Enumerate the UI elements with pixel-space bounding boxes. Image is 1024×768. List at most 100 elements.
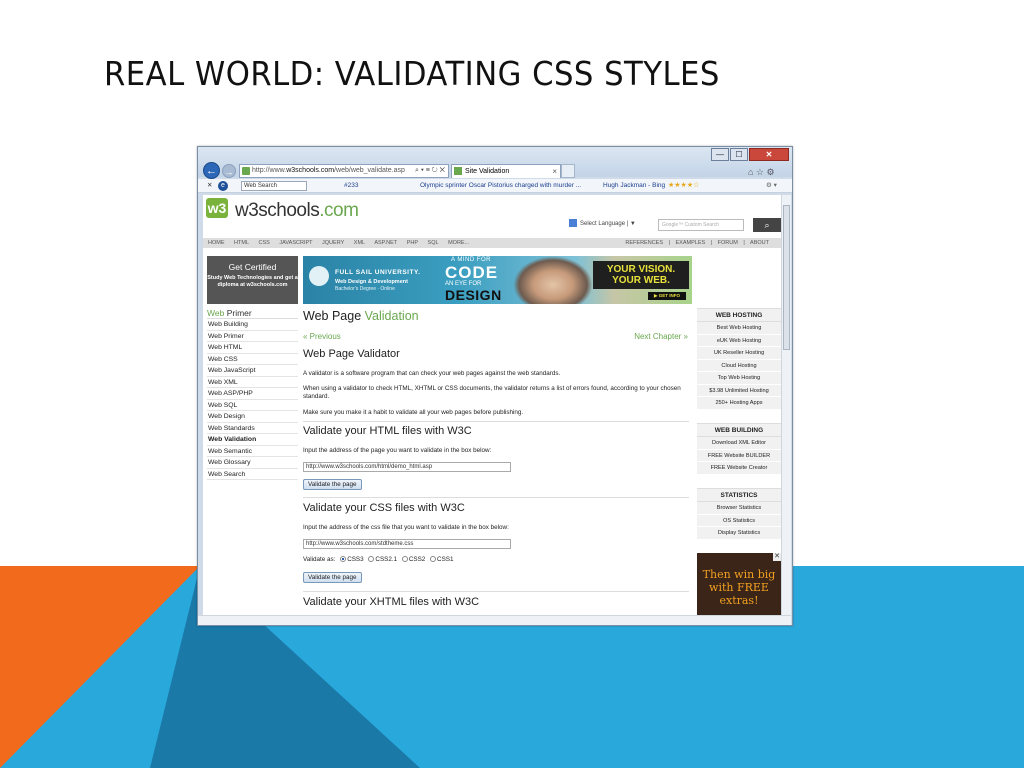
toolbar-search-input[interactable]: Web Search bbox=[241, 181, 307, 191]
nav-forum[interactable]: FORUM bbox=[718, 240, 738, 246]
forward-button[interactable]: → bbox=[222, 164, 236, 178]
page-title-a: Web Page bbox=[303, 309, 365, 323]
building-link[interactable]: Download XML Editor bbox=[697, 437, 781, 450]
sidebar-item-web-primer[interactable]: Web Primer bbox=[207, 331, 298, 342]
radio-css2[interactable] bbox=[401, 556, 408, 563]
sidebar-item-web-validation[interactable]: Web Validation bbox=[207, 434, 298, 446]
close-window-button[interactable]: ✕ bbox=[749, 148, 789, 161]
nav-php[interactable]: PHP bbox=[407, 240, 418, 246]
sidebar-item-web-asp-php[interactable]: Web ASP/PHP bbox=[207, 388, 298, 400]
toolbar-news-link[interactable]: Olympic sprinter Oscar Pistorius charged… bbox=[420, 179, 581, 192]
nav-javascript[interactable]: JAVASCRIPT bbox=[279, 240, 312, 246]
sidebar-item-web-html[interactable]: Web HTML bbox=[207, 342, 298, 354]
toolbar-counter[interactable]: #233 bbox=[344, 179, 358, 192]
sidebar-item-web-glossary[interactable]: Web Glossary bbox=[207, 457, 298, 469]
maximize-button[interactable]: ☐ bbox=[730, 148, 748, 161]
nav-jquery[interactable]: JQUERY bbox=[322, 240, 344, 246]
address-bar[interactable]: http://www.w3schools.com/web/web_validat… bbox=[239, 164, 449, 178]
side-advertisement[interactable]: ✕ Then win big with FREE extras! bbox=[697, 553, 781, 615]
sidebar-item-web-search[interactable]: Web Search bbox=[207, 469, 298, 480]
web-page: w3 w3schools.com Select Language | ▼ Goo… bbox=[203, 195, 781, 615]
get-info-button[interactable]: ▶ GET INFO bbox=[648, 292, 686, 300]
nav-aspnet[interactable]: ASP.NET bbox=[374, 240, 397, 246]
validator-heading: Web Page Validator bbox=[303, 348, 400, 360]
tools-gear-icon[interactable]: ⚙ ▾ bbox=[766, 179, 777, 192]
nav-examples[interactable]: EXAMPLES bbox=[676, 240, 706, 246]
nav-divider: | bbox=[668, 240, 670, 246]
divider bbox=[303, 421, 689, 422]
radio-css3[interactable] bbox=[340, 556, 347, 563]
radio-css1-label[interactable]: CSS1 bbox=[437, 556, 453, 563]
site-favicon bbox=[242, 167, 250, 175]
hosting-link[interactable]: Cloud Hosting bbox=[697, 360, 781, 372]
validate-as-label: Validate as: bbox=[303, 556, 336, 563]
horizontal-scrollbar[interactable] bbox=[198, 615, 791, 625]
previous-link[interactable]: « Previous bbox=[303, 332, 341, 341]
sidebar-item-web-sql[interactable]: Web SQL bbox=[207, 400, 298, 411]
minimize-button[interactable]: — bbox=[711, 148, 729, 161]
statistics-heading: STATISTICS bbox=[697, 489, 781, 502]
validate-html-button[interactable]: Validate the page bbox=[303, 479, 362, 490]
search-button[interactable]: ⌕ bbox=[753, 218, 781, 232]
rating-stars[interactable]: ★★★★☆ bbox=[668, 179, 699, 192]
hosting-link[interactable]: 250+ Hosting Apps bbox=[697, 397, 781, 410]
css-url-input[interactable]: http://www.w3schools.com/stdtheme.css bbox=[303, 539, 511, 549]
full-sail-banner-ad[interactable]: FULL SAIL UNIVERSITY. Web Design & Devel… bbox=[303, 256, 692, 304]
ad-close-icon[interactable]: ✕ bbox=[773, 553, 781, 561]
building-link[interactable]: FREE Website BUILDER bbox=[697, 450, 781, 462]
tab-site-validation[interactable]: Site Validation × bbox=[451, 164, 561, 178]
radio-css3-label[interactable]: CSS3 bbox=[347, 556, 363, 563]
radio-css1[interactable] bbox=[430, 556, 437, 563]
translate-icon bbox=[569, 219, 577, 228]
toolbar-logo-icon[interactable]: e bbox=[218, 181, 228, 191]
radio-css21-label[interactable]: CSS2.1 bbox=[375, 556, 397, 563]
sidebar-item-web-design[interactable]: Web Design bbox=[207, 411, 298, 423]
toolbar-close-icon[interactable]: ✕ bbox=[207, 179, 212, 192]
select-language[interactable]: Select Language | ▼ bbox=[569, 219, 636, 229]
next-chapter-link[interactable]: Next Chapter » bbox=[634, 332, 688, 341]
nav-html[interactable]: HTML bbox=[234, 240, 249, 246]
nav-references[interactable]: REFERENCES bbox=[625, 240, 663, 246]
tab-close-icon[interactable]: × bbox=[552, 165, 557, 178]
nav-xml[interactable]: XML bbox=[354, 240, 365, 246]
statistics-link[interactable]: Display Statistics bbox=[697, 527, 781, 540]
nav-sql[interactable]: SQL bbox=[428, 240, 439, 246]
building-link[interactable]: FREE Website Creator bbox=[697, 462, 781, 475]
nav-more[interactable]: MORE... bbox=[448, 240, 469, 246]
html-url-input[interactable]: http://www.w3schools.com/html/demo_html.… bbox=[303, 462, 511, 472]
toolbar-bing-link[interactable]: Hugh Jackman - Bing bbox=[603, 179, 665, 192]
radio-css2-label[interactable]: CSS2 bbox=[409, 556, 425, 563]
tagline-line2: YOUR WEB. bbox=[612, 275, 670, 286]
custom-search-input[interactable]: Google™ Custom Search bbox=[658, 219, 744, 231]
statistics-link[interactable]: Browser Statistics bbox=[697, 502, 781, 515]
w3schools-logo[interactable]: w3schools.com bbox=[235, 200, 359, 222]
sidebar-item-web-css[interactable]: Web CSS bbox=[207, 354, 298, 365]
sidebar-item-web-xml[interactable]: Web XML bbox=[207, 377, 298, 388]
radio-css21[interactable] bbox=[368, 556, 375, 563]
nav-css[interactable]: CSS bbox=[259, 240, 270, 246]
w3schools-logo-mark[interactable]: w3 bbox=[206, 198, 228, 218]
cert-title: Get Certified bbox=[228, 262, 277, 272]
sidebar-heading-rest: Primer bbox=[224, 308, 252, 318]
statistics-link[interactable]: OS Statistics bbox=[697, 515, 781, 527]
scrollbar-thumb[interactable] bbox=[783, 205, 790, 350]
sidebar-item-web-semantic[interactable]: Web Semantic bbox=[207, 446, 298, 457]
back-button[interactable]: ← bbox=[203, 162, 220, 179]
hosting-link[interactable]: Top Web Hosting bbox=[697, 372, 781, 385]
hosting-link[interactable]: UK Reseller Hosting bbox=[697, 347, 781, 360]
hosting-link[interactable]: eUK Web Hosting bbox=[697, 335, 781, 347]
banner-design: DESIGN bbox=[445, 287, 502, 303]
get-certified-box[interactable]: Get Certified Study Web Technologies and… bbox=[207, 256, 298, 304]
address-controls[interactable]: ⌕ ▾ ≡ ↻ ✕ bbox=[415, 165, 445, 177]
sidebar-item-web-javascript[interactable]: Web JavaScript bbox=[207, 365, 298, 377]
validate-css-button[interactable]: Validate the page bbox=[303, 572, 362, 583]
hosting-link[interactable]: $3.98 Unlimited Hosting bbox=[697, 385, 781, 397]
sidebar-item-web-building[interactable]: Web Building bbox=[207, 319, 298, 331]
vertical-scrollbar[interactable] bbox=[781, 195, 791, 615]
hosting-link[interactable]: Best Web Hosting bbox=[697, 322, 781, 335]
new-tab-button[interactable] bbox=[561, 164, 575, 178]
nav-about[interactable]: ABOUT bbox=[750, 240, 769, 246]
sidebar-item-web-standards[interactable]: Web Standards bbox=[207, 423, 298, 434]
nav-home[interactable]: HOME bbox=[208, 240, 225, 246]
home-favorites-tools-icons[interactable]: ⌂ ☆ ⚙ bbox=[748, 167, 775, 178]
